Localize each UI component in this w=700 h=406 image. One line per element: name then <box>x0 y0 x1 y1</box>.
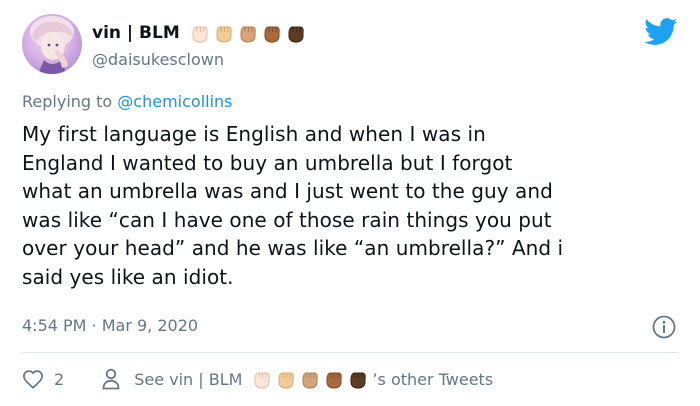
tweet-card: vin | BLM @daisukesclown Replying to @ch… <box>0 0 700 406</box>
raised-fist-dark-icon <box>288 26 304 43</box>
tweet-line: what an umbrella was and I just went to … <box>22 179 553 203</box>
author-row: vin | BLM <box>92 20 308 46</box>
divider <box>22 352 678 353</box>
raised-fist-light-icon <box>254 372 271 389</box>
heart-icon <box>23 370 43 389</box>
person-icon <box>102 368 120 390</box>
raised-fist-medium-icon <box>240 26 256 43</box>
twitter-bird-icon[interactable] <box>644 18 678 46</box>
like-button[interactable]: 2 <box>22 369 64 389</box>
avatar[interactable] <box>22 14 82 74</box>
reply-context: Replying to @chemicollins <box>22 92 233 111</box>
raised-fist-medium-dark-icon <box>326 372 343 389</box>
tweet-line: said yes like an idiot. <box>22 264 234 289</box>
fist-emoji-group <box>188 21 308 45</box>
tweet-line: was like “can I have one of those rain t… <box>22 207 552 232</box>
fist-emoji-group <box>250 367 370 391</box>
raised-fist-medium-dark-icon <box>264 26 280 43</box>
tweet-timestamp[interactable]: 4:54 PM · Mar 9, 2020 <box>22 316 198 335</box>
raised-fist-medium-icon <box>302 372 319 389</box>
tweet-line: My first language is English and when I … <box>22 122 486 146</box>
tweet-line: England I wanted to buy an umbrella but … <box>22 150 513 175</box>
info-icon[interactable] <box>651 314 677 340</box>
see-other-tweets-prefix: See vin | BLM <box>134 369 243 389</box>
see-other-tweets-link[interactable]: See vin | BLM ’s other Tweets <box>102 367 493 391</box>
tweet-line: over your head” and he was like “an umbr… <box>22 236 564 260</box>
raised-fist-light-icon <box>192 26 208 43</box>
reply-prefix: Replying to <box>22 92 113 111</box>
raised-fist-medium-light-icon <box>278 372 295 389</box>
like-count: 2 <box>54 369 65 389</box>
reply-mention-link[interactable]: @chemicollins <box>117 92 232 111</box>
raised-fist-medium-light-icon <box>216 26 232 43</box>
author-name[interactable]: vin | BLM <box>92 23 180 43</box>
tweet-text: My first language is English and when I … <box>22 120 682 291</box>
raised-fist-dark-icon <box>350 372 367 389</box>
author-handle[interactable]: @daisukesclown <box>92 50 224 69</box>
see-other-tweets-suffix: ’s other Tweets <box>372 369 494 389</box>
tweet-actions: 2 See vin | BLM ’s other Tweets <box>22 366 493 392</box>
